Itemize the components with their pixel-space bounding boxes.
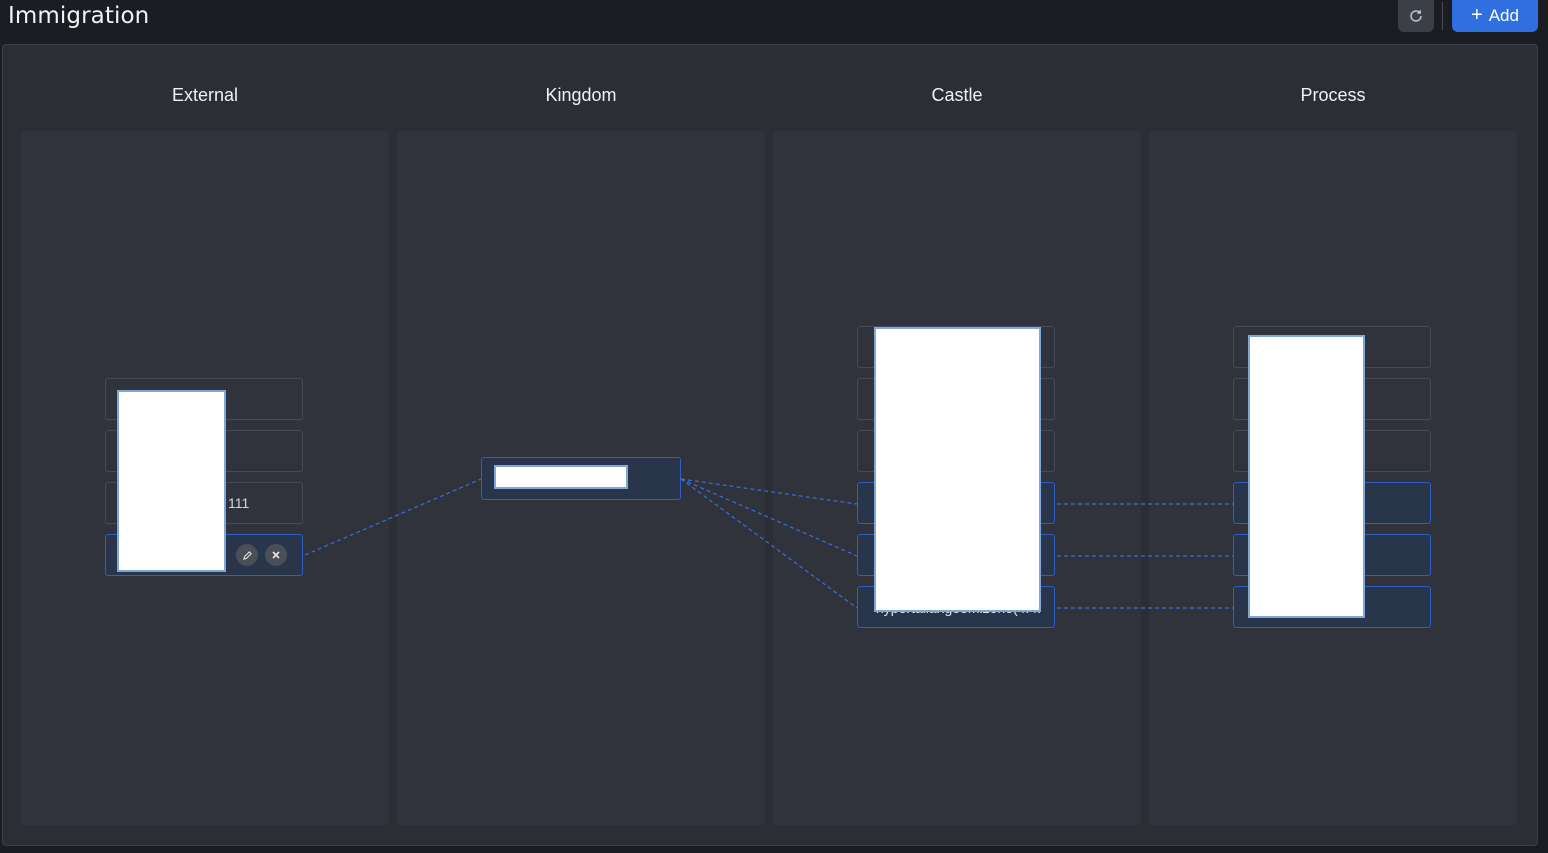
add-button[interactable]: + Add	[1452, 0, 1538, 32]
column-header-external: External	[171, 85, 239, 105]
redacted-block	[1248, 335, 1365, 618]
refresh-icon	[1410, 10, 1422, 22]
plus-icon: +	[1471, 4, 1483, 26]
toolbar-divider	[1442, 2, 1443, 30]
redacted-block	[117, 390, 226, 572]
column-header-kingdom: Kingdom	[545, 85, 617, 105]
external-node-label: 111	[228, 495, 250, 511]
refresh-button[interactable]	[1398, 0, 1434, 32]
add-button-label: Add	[1488, 6, 1519, 25]
column-header-castle: Castle	[931, 85, 983, 105]
pencil-icon	[242, 550, 252, 560]
redacted-block	[494, 465, 628, 489]
redacted-block	[874, 327, 1041, 612]
delete-node-button[interactable]	[265, 544, 287, 566]
edit-node-button[interactable]	[236, 544, 258, 566]
close-icon	[272, 551, 280, 559]
page-title: Immigration	[8, 3, 150, 29]
column-header-process: Process	[1300, 85, 1366, 105]
